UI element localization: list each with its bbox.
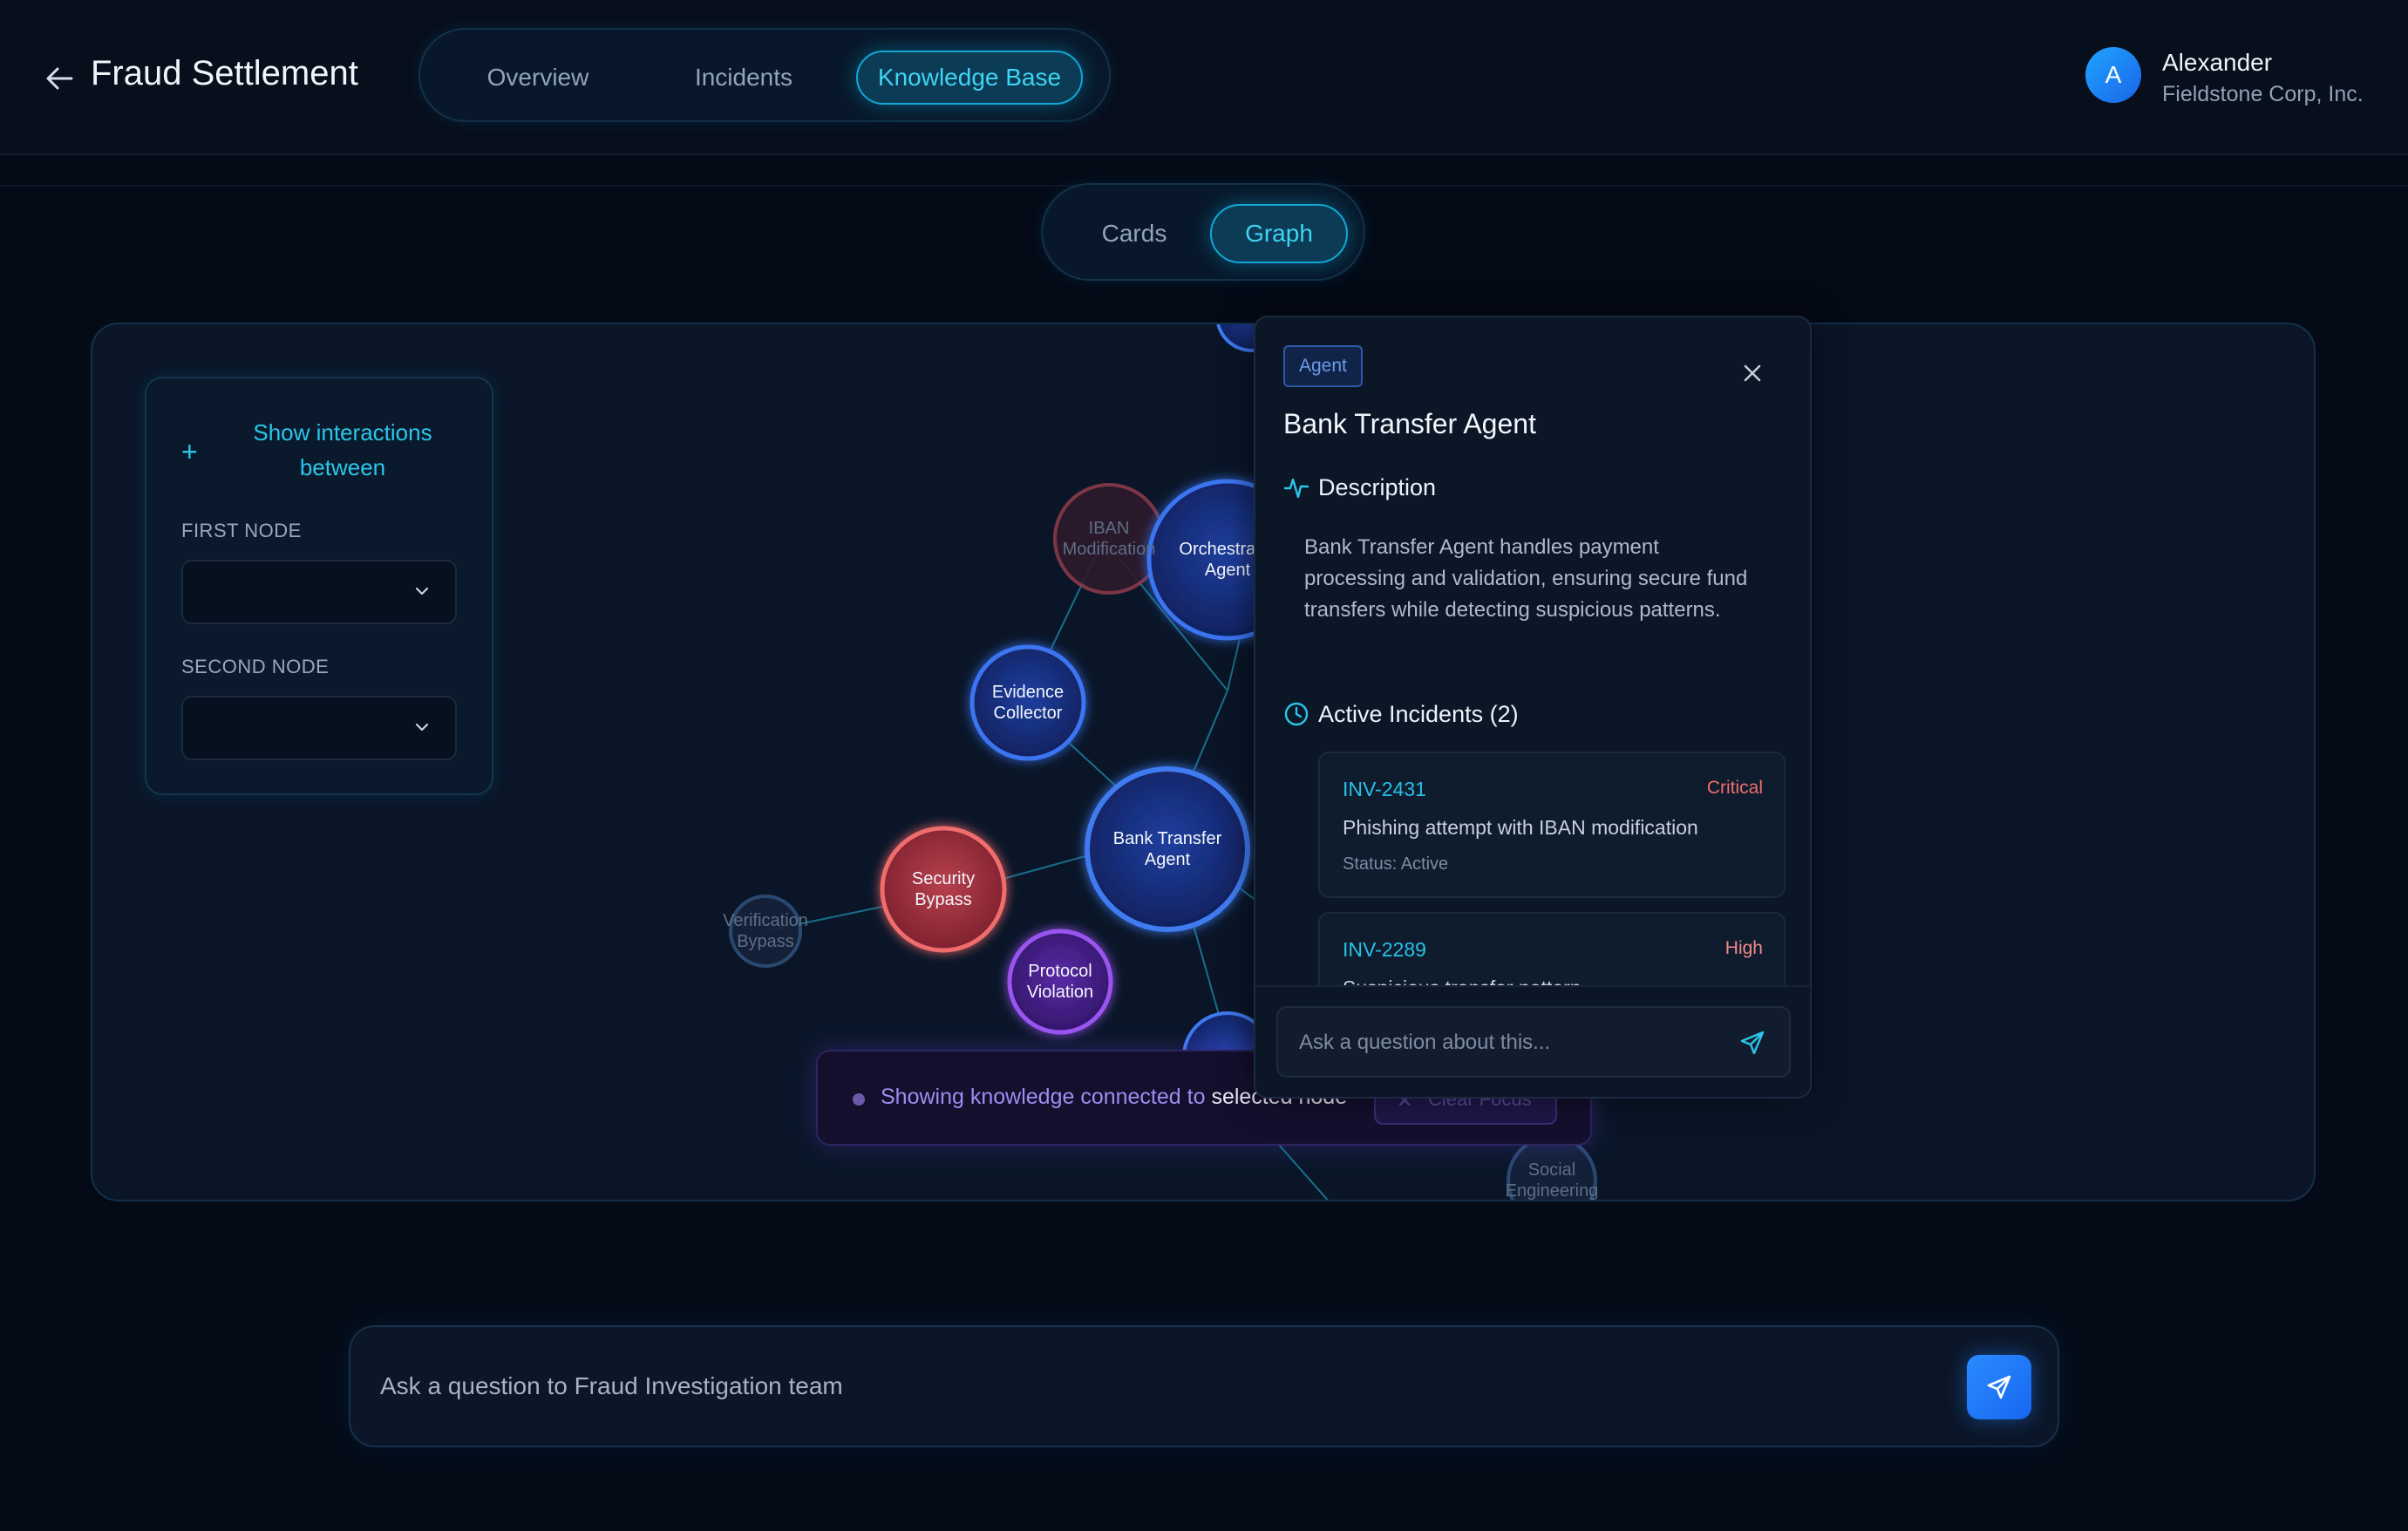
incident-card[interactable]: INV-2431 Critical Phishing attempt with … [1318,752,1786,898]
first-node-label: FIRST NODE [181,520,302,541]
description-heading: Description [1318,474,1437,500]
detail-question-placeholder: Ask a question about this... [1299,1031,1551,1054]
second-node-select[interactable] [181,696,457,760]
tab-knowledge-base[interactable]: Knowledge Base [856,51,1083,105]
clock-icon [1284,702,1309,726]
back-arrow-icon[interactable] [42,61,77,96]
edge [1277,1143,1329,1200]
node-label-protocol: Protocol Violation [1026,962,1094,1002]
plus-icon[interactable]: + [181,436,198,468]
interactions-panel: + Show interactions between FIRST NODE S… [145,377,493,795]
incident-desc: Phishing attempt with IBAN modification [1343,816,1698,839]
focus-dot-icon [853,1093,865,1106]
node-type-badge: Agent [1283,345,1363,387]
activity-icon [1283,478,1309,499]
user-name: Alexander [2162,49,2273,76]
node-label-social: Social Engineering [1505,1160,1599,1201]
tab-incidents[interactable]: Incidents [661,51,826,105]
interactions-title[interactable]: Show interactions between [225,415,460,485]
user-org: Fieldstone Corp, Inc. [2162,82,2364,106]
toggle-graph[interactable]: Graph [1210,204,1348,263]
incident-severity: High [1724,938,1763,958]
node-label-verification: Verification Bypass [723,911,808,951]
incident-id[interactable]: INV-2289 [1343,938,1426,962]
node-label-bank-transfer: Bank Transfer Agent [1112,829,1222,869]
send-icon[interactable] [1738,1029,1766,1057]
avatar[interactable]: A [2085,47,2141,103]
description-text: Bank Transfer Agent handles payment proc… [1304,535,1748,622]
page-title: Fraud Settlement [91,54,358,92]
main-tabs: Overview Incidents Knowledge Base [418,28,1111,122]
incident-severity: Critical [1706,778,1763,798]
chevron-down-icon [415,587,429,595]
header-divider [0,155,2408,187]
chevron-down-icon [415,723,429,731]
tab-overview[interactable]: Overview [455,51,621,105]
chat-send-button[interactable] [1967,1355,2031,1419]
send-icon [1987,1375,2011,1399]
node-label-security: Security Bypass [911,869,976,909]
first-node-select[interactable] [181,560,457,624]
view-toggle: Cards Graph [1041,183,1365,281]
detail-question-input[interactable]: Ask a question about this... [1276,1006,1791,1078]
incidents-heading: Active Incidents (2) [1318,701,1519,727]
detail-question-area: Ask a question about this... [1255,985,1810,1097]
team-chat-input[interactable]: Ask a question to Fraud Investigation te… [349,1325,2059,1447]
chat-placeholder: Ask a question to Fraud Investigation te… [380,1372,843,1399]
node-label-evidence: Evidence Collector [991,683,1065,723]
incident-status: Status: Active [1343,854,1449,874]
incident-id[interactable]: INV-2431 [1343,778,1426,801]
second-node-label: SECOND NODE [181,656,330,677]
close-icon[interactable] [1740,361,1765,385]
toggle-cards[interactable]: Cards [1069,204,1200,263]
detail-title: Bank Transfer Agent [1283,408,1536,439]
node-label-iban: IBAN Modification [1062,519,1156,559]
top-header [0,0,2408,155]
node-detail-card: Agent Bank Transfer Agent Description Ba… [1254,316,1812,1099]
